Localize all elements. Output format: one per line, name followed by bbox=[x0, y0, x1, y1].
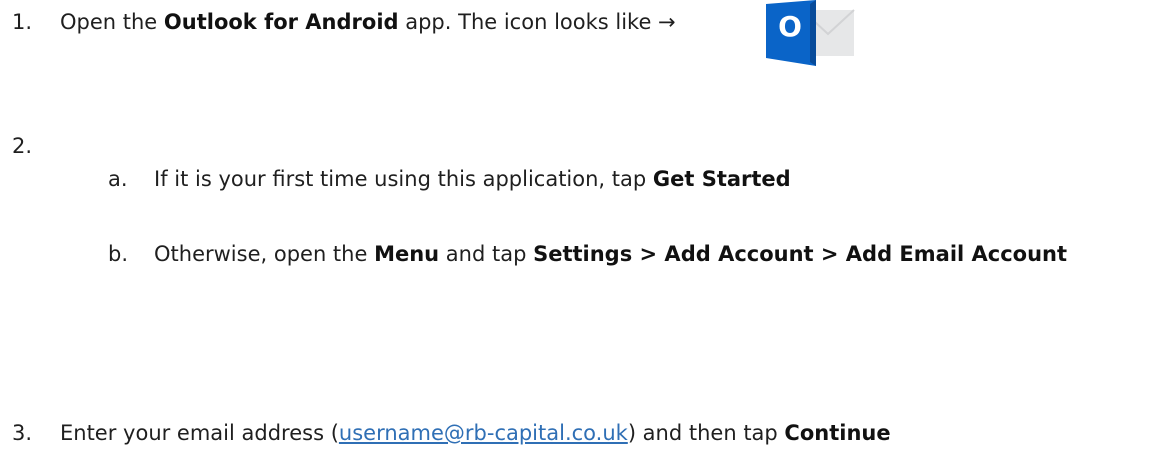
step-2b-menu: Menu bbox=[374, 242, 440, 266]
step-3-text: Enter your email address (username@rb-ca… bbox=[60, 419, 891, 447]
step-2a-text: If it is your first time using this appl… bbox=[154, 165, 791, 193]
step-3-mid: ) and then tap bbox=[627, 421, 785, 445]
step-1-text: Open the Outlook for Android app. The ic… bbox=[60, 8, 676, 36]
step-1-app-name: Outlook for Android bbox=[163, 10, 399, 34]
step-1-pre: Open the bbox=[60, 10, 164, 34]
step-3-action: Continue bbox=[784, 421, 891, 445]
step-2a-action: Get Started bbox=[652, 167, 791, 191]
step-2b-text: Otherwise, open the Menu and tap Setting… bbox=[154, 240, 1067, 268]
step-3-pre: Enter your email address ( bbox=[60, 421, 339, 445]
step-2-number: 2. bbox=[12, 134, 33, 158]
step-2b-pre: Otherwise, open the bbox=[154, 242, 375, 266]
step-2b-letter: b. bbox=[108, 242, 129, 266]
step-2a-letter: a. bbox=[108, 167, 128, 191]
outlook-letter: O bbox=[778, 10, 802, 43]
step-2a-pre: If it is your first time using this appl… bbox=[154, 167, 653, 191]
step-2b-path: Settings > Add Account > Add Email Accou… bbox=[533, 242, 1068, 266]
email-link[interactable]: username@rb-capital.co.uk bbox=[339, 421, 628, 445]
step-1-number: 1. bbox=[12, 10, 33, 34]
outlook-app-icon: O bbox=[766, 0, 855, 66]
step-1-post: app. The icon looks like → bbox=[398, 10, 676, 34]
step-3-number: 3. bbox=[12, 421, 33, 445]
step-2b-mid: and tap bbox=[439, 242, 534, 266]
